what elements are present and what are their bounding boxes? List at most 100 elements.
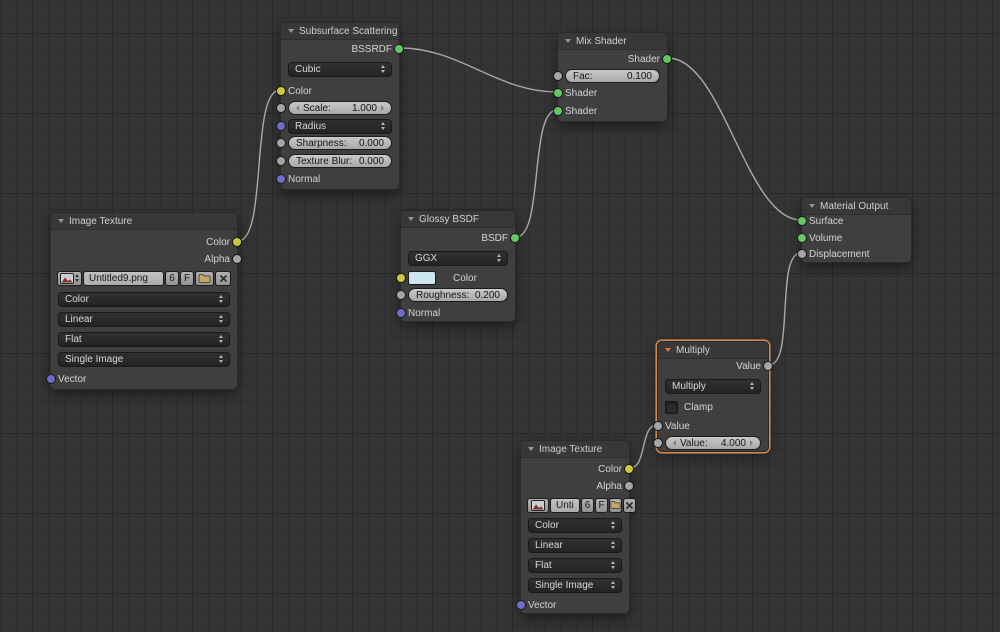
operation-dropdown[interactable]: Multiply (665, 378, 761, 394)
fac-slider[interactable]: Fac: 0.100 (565, 69, 660, 83)
vector-input-socket[interactable] (46, 374, 56, 384)
scale-slider[interactable]: Scale: 1.000 (288, 101, 392, 115)
value-slider[interactable]: Value: 4.000 (665, 436, 761, 450)
collapse-triangle-icon[interactable] (58, 219, 64, 223)
value-label: Value: (680, 437, 708, 449)
value-output-socket[interactable] (763, 361, 773, 371)
node-mix-shader[interactable]: Mix Shader Shader Fac: 0.100 Shader Shad… (553, 32, 672, 122)
clamp-checkbox[interactable] (665, 400, 678, 414)
surface-input-socket[interactable] (797, 216, 807, 226)
sharpness-slider[interactable]: Sharpness: 0.000 (288, 136, 392, 150)
color-swatch[interactable] (408, 271, 436, 285)
node-header[interactable]: Glossy BSDF (401, 211, 515, 228)
chevron-updown-icon (497, 254, 501, 262)
chevron-updown-icon (219, 295, 223, 303)
displacement-input-socket[interactable] (797, 249, 807, 259)
node-image-texture-2[interactable]: Image Texture Color Alpha Unti 6 F Color… (516, 440, 636, 614)
collapse-triangle-icon[interactable] (665, 348, 671, 352)
node-header[interactable]: Image Texture (521, 441, 629, 458)
collapse-triangle-icon[interactable] (565, 39, 571, 43)
nudge-right-icon[interactable] (750, 440, 753, 446)
nudge-left-icon[interactable] (296, 105, 299, 111)
node-glossy-bsdf[interactable]: Glossy BSDF BSDF GGX Color Roughness: 0.… (396, 210, 520, 322)
image-icon (531, 499, 545, 511)
vector-input-socket[interactable] (516, 600, 526, 610)
alpha-output-socket[interactable] (232, 254, 242, 264)
distribution-dropdown[interactable]: GGX (408, 250, 508, 266)
fac-label: Fac: (573, 70, 593, 82)
fake-user-button[interactable]: F (180, 270, 194, 286)
chevron-updown-icon (611, 581, 615, 589)
bssrdf-output-socket[interactable] (394, 44, 404, 54)
texture-blur-label: Texture Blur: (296, 155, 353, 167)
color-space-dropdown[interactable]: Color (528, 517, 622, 533)
output-label: Color (598, 463, 622, 475)
volume-input-socket[interactable] (797, 233, 807, 243)
node-header[interactable]: Multiply (658, 342, 768, 359)
alpha-output-socket[interactable] (624, 481, 634, 491)
roughness-input-socket[interactable] (396, 290, 406, 300)
collapse-triangle-icon[interactable] (288, 29, 294, 33)
value2-input-socket[interactable] (653, 438, 663, 448)
input-label: Normal (408, 307, 441, 319)
unlink-image-button[interactable] (215, 270, 231, 286)
color-output-socket[interactable] (232, 237, 242, 247)
node-header[interactable]: Mix Shader (558, 33, 667, 50)
color-input-socket[interactable] (276, 86, 286, 96)
input-label: Displacement (809, 248, 870, 260)
image-datablock-button[interactable] (57, 270, 82, 286)
node-math-multiply[interactable]: Multiply Value Multiply Clamp Value Valu… (653, 341, 773, 452)
collapse-triangle-icon[interactable] (528, 447, 534, 451)
texture-blur-slider[interactable]: Texture Blur: 0.000 (288, 154, 392, 168)
unlink-image-button[interactable] (623, 497, 636, 513)
input-label: Value (665, 420, 690, 432)
projection-dropdown[interactable]: Flat (58, 331, 230, 347)
projection-dropdown[interactable]: Flat (528, 557, 622, 573)
output-label: BSDF (481, 232, 508, 244)
falloff-dropdown[interactable]: Cubic (288, 61, 392, 77)
open-image-button[interactable] (609, 497, 622, 513)
fac-value: 0.100 (626, 70, 652, 82)
shader-output-socket[interactable] (662, 54, 672, 64)
node-material-output[interactable]: Material Output Surface Volume Displacem… (797, 197, 912, 263)
sharpness-value: 0.000 (358, 137, 384, 149)
color-space-dropdown[interactable]: Color (58, 291, 230, 307)
users-count-button[interactable]: 6 (165, 270, 179, 286)
radius-vector-button[interactable]: Radius (288, 118, 392, 134)
wire-multiply-value-to-output-displacement (768, 252, 802, 366)
normal-input-socket[interactable] (276, 174, 286, 184)
texture-blur-input-socket[interactable] (276, 156, 286, 166)
radius-input-socket[interactable] (276, 121, 286, 131)
users-count-button[interactable]: 6 (581, 497, 594, 513)
source-dropdown[interactable]: Single Image (528, 577, 622, 593)
node-subsurface-scattering[interactable]: Subsurface Scattering BSSRDF Cubic Color… (276, 22, 404, 190)
shader2-input-socket[interactable] (553, 106, 563, 116)
node-header[interactable]: Image Texture (51, 213, 237, 230)
image-name-field[interactable]: Untitled9.png (83, 270, 164, 286)
interpolation-dropdown[interactable]: Linear (528, 537, 622, 553)
color-input-socket[interactable] (396, 273, 406, 283)
bsdf-output-socket[interactable] (510, 233, 520, 243)
sharpness-input-socket[interactable] (276, 138, 286, 148)
shader1-input-socket[interactable] (553, 88, 563, 98)
color-output-socket[interactable] (624, 464, 634, 474)
image-datablock-button[interactable] (527, 497, 549, 513)
normal-input-socket[interactable] (396, 308, 406, 318)
fake-user-button[interactable]: F (595, 497, 608, 513)
node-header[interactable]: Subsurface Scattering (281, 23, 399, 40)
image-name-field[interactable]: Unti (550, 497, 580, 513)
scale-input-socket[interactable] (276, 103, 286, 113)
node-editor-canvas[interactable]: Image Texture Color Alpha Untitled9.png … (0, 0, 1000, 632)
collapse-triangle-icon[interactable] (408, 217, 414, 221)
node-image-texture-1[interactable]: Image Texture Color Alpha Untitled9.png … (46, 212, 242, 390)
value1-input-socket[interactable] (653, 421, 663, 431)
nudge-right-icon[interactable] (381, 105, 384, 111)
nudge-left-icon[interactable] (673, 440, 676, 446)
fac-input-socket[interactable] (553, 71, 563, 81)
roughness-slider[interactable]: Roughness: 0.200 (408, 288, 508, 302)
source-dropdown[interactable]: Single Image (58, 351, 230, 367)
datablock-stepper-icon[interactable] (75, 274, 79, 282)
collapse-triangle-icon[interactable] (809, 204, 815, 208)
interpolation-dropdown[interactable]: Linear (58, 311, 230, 327)
open-image-button[interactable] (195, 270, 214, 286)
